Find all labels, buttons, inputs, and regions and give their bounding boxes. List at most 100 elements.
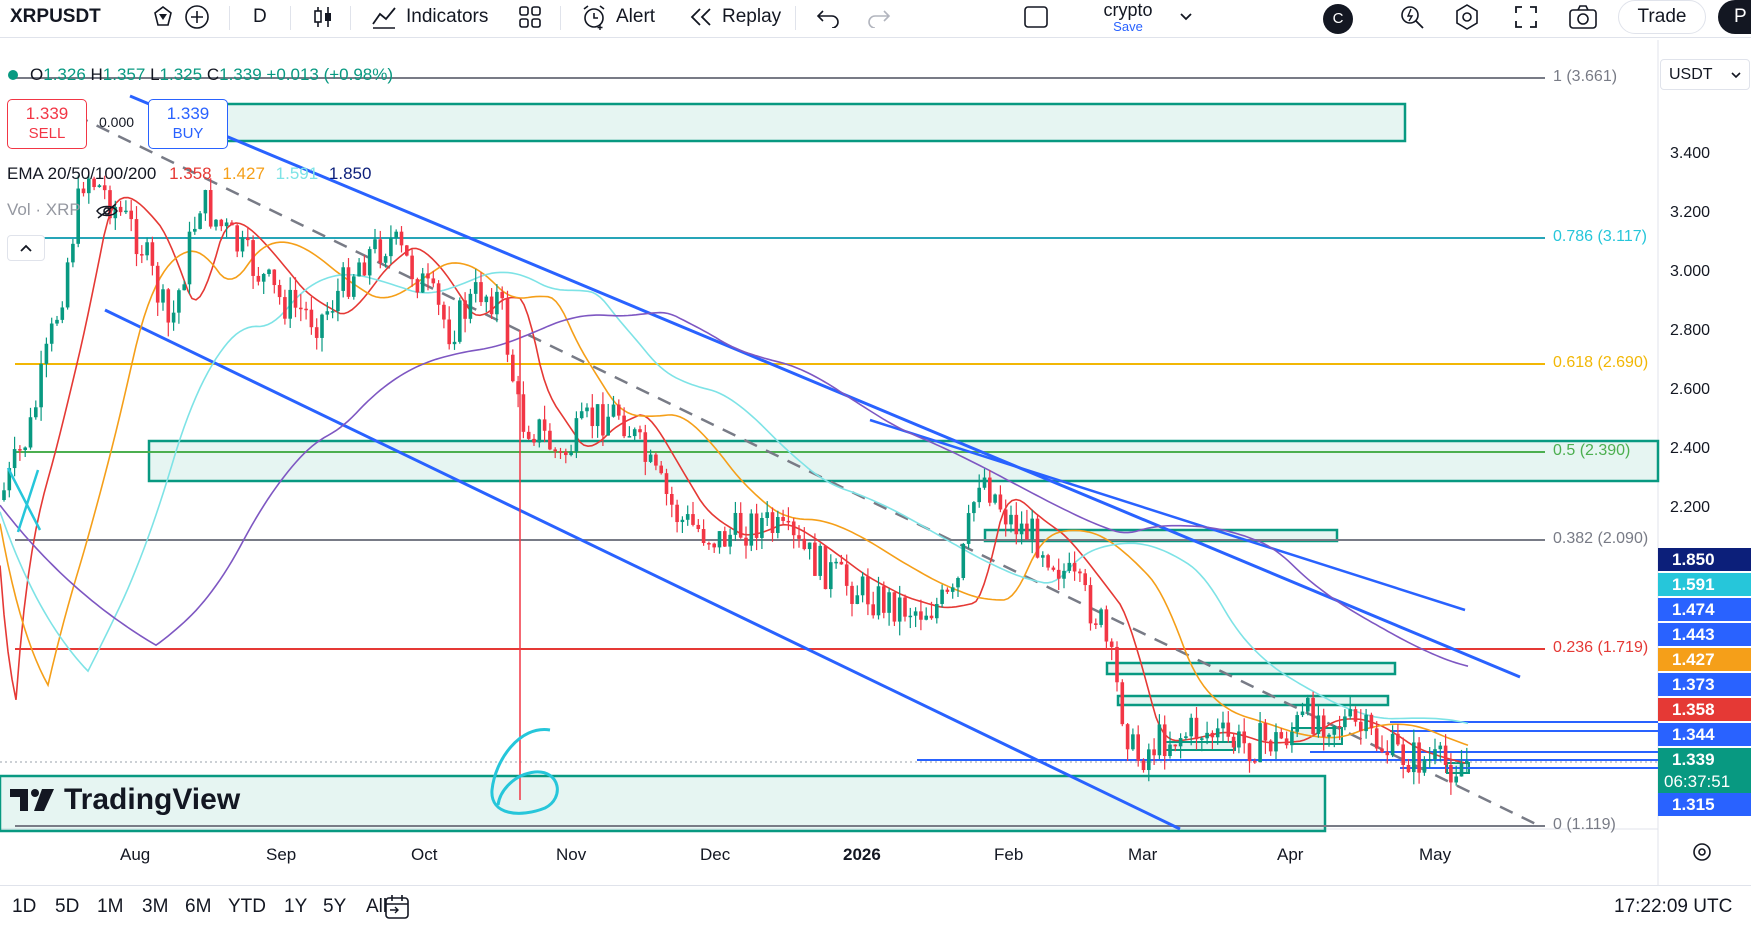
candle-body[interactable] <box>913 611 918 616</box>
candle-body[interactable] <box>1147 749 1151 771</box>
candle-body[interactable] <box>903 597 907 617</box>
candle-body[interactable] <box>1337 726 1342 728</box>
candle-body[interactable] <box>1115 646 1119 683</box>
candle-body[interactable] <box>1231 736 1236 748</box>
candle-body[interactable] <box>235 225 239 252</box>
candle-body[interactable] <box>595 404 600 427</box>
candle-body[interactable] <box>908 615 913 618</box>
candle-body[interactable] <box>993 494 997 503</box>
range-button-ytd[interactable]: YTD <box>228 896 266 918</box>
candle-body[interactable] <box>733 512 738 535</box>
candle-body[interactable] <box>203 190 208 214</box>
candle-body[interactable] <box>1242 731 1246 744</box>
candle-body[interactable] <box>1200 738 1204 740</box>
candle-body[interactable] <box>982 477 987 488</box>
price-chart-canvas[interactable] <box>0 0 1751 885</box>
candle-body[interactable] <box>1263 723 1268 741</box>
candle-body[interactable] <box>1072 562 1077 572</box>
candle-body[interactable] <box>193 228 197 232</box>
candle-body[interactable] <box>187 231 192 285</box>
candle-body[interactable] <box>1157 724 1162 756</box>
candle-body[interactable] <box>171 312 176 323</box>
candle-body[interactable] <box>1221 722 1225 729</box>
candle-body[interactable] <box>940 589 944 604</box>
candle-body[interactable] <box>611 404 616 417</box>
candle-body[interactable] <box>182 284 186 291</box>
candle-body[interactable] <box>495 291 499 315</box>
candle-body[interactable] <box>622 415 626 437</box>
ema-legend[interactable]: EMA 20/50/100/200 1.358 1.427 1.591 1.85… <box>7 164 371 184</box>
candle-body[interactable] <box>34 407 38 418</box>
candle-body[interactable] <box>378 239 383 263</box>
candle-body[interactable] <box>871 604 875 616</box>
candle-body[interactable] <box>208 190 213 227</box>
range-button-1d[interactable]: 1D <box>12 896 36 918</box>
candle-body[interactable] <box>1104 609 1109 642</box>
candle-body[interactable] <box>643 432 648 462</box>
candle-body[interactable] <box>1025 523 1029 540</box>
candle-body[interactable] <box>118 206 123 213</box>
candle-body[interactable] <box>1168 744 1172 757</box>
candle-body[interactable] <box>283 297 287 319</box>
candle-body[interactable] <box>1268 740 1273 752</box>
candle-body[interactable] <box>12 449 17 469</box>
candle-body[interactable] <box>314 327 319 338</box>
candle-body[interactable] <box>1056 569 1061 579</box>
candle-body[interactable] <box>1247 743 1252 762</box>
candle-body[interactable] <box>765 512 769 518</box>
candle-body[interactable] <box>1300 711 1305 716</box>
candle-body[interactable] <box>950 587 955 592</box>
candle-body[interactable] <box>325 311 330 315</box>
candle-body[interactable] <box>754 513 759 538</box>
candle-body[interactable] <box>664 473 669 495</box>
candle-body[interactable] <box>1433 749 1437 760</box>
candle-body[interactable] <box>44 343 49 364</box>
candle-body[interactable] <box>935 603 939 619</box>
candle-body[interactable] <box>1194 717 1199 740</box>
candle-body[interactable] <box>489 296 494 315</box>
currency-select[interactable]: USDT <box>1660 59 1750 90</box>
collapse-legend-button[interactable] <box>7 235 45 261</box>
candle-body[interactable] <box>707 543 711 545</box>
candle-body[interactable] <box>749 513 754 546</box>
candle-body[interactable] <box>876 586 881 616</box>
candle-body[interactable] <box>887 592 891 613</box>
candle-body[interactable] <box>1417 742 1421 773</box>
fib-retracement-lines[interactable] <box>15 77 1545 827</box>
buy-button[interactable]: 1.339 BUY <box>148 99 228 149</box>
zone-fib-half[interactable] <box>147 439 1660 483</box>
candle-body[interactable] <box>452 341 457 345</box>
candle-body[interactable] <box>1189 717 1193 737</box>
candle-body[interactable] <box>230 222 234 226</box>
candle-body[interactable] <box>1321 715 1326 737</box>
candle-body[interactable] <box>500 291 504 299</box>
candle-body[interactable] <box>1459 763 1464 777</box>
candle-body[interactable] <box>442 304 446 320</box>
candle-body[interactable] <box>140 254 144 256</box>
candle-body[interactable] <box>60 307 65 320</box>
candle-body[interactable] <box>728 534 732 547</box>
candle-body[interactable] <box>166 289 171 323</box>
candle-body[interactable] <box>632 429 637 437</box>
candle-body[interactable] <box>1332 726 1337 735</box>
candle-body[interactable] <box>198 213 202 229</box>
chart-settings-gear-icon[interactable] <box>1690 840 1714 869</box>
candle-body[interactable] <box>1152 749 1156 756</box>
candle-body[interactable] <box>1141 760 1146 771</box>
candle-body[interactable] <box>537 419 542 443</box>
candle-body[interactable] <box>1348 709 1352 717</box>
candle-body[interactable] <box>1184 736 1188 739</box>
candle-body[interactable] <box>1295 715 1299 732</box>
candle-body[interactable] <box>431 278 436 284</box>
candle-body[interactable] <box>246 237 250 241</box>
candle-body[interactable] <box>897 597 902 622</box>
candle-body[interactable] <box>1353 709 1358 722</box>
candle-body[interactable] <box>240 237 245 252</box>
candle-body[interactable] <box>701 529 706 544</box>
candle-body[interactable] <box>1454 776 1458 783</box>
candle-body[interactable] <box>1088 585 1093 624</box>
candle-body[interactable] <box>1279 732 1284 739</box>
candle-body[interactable] <box>590 407 595 427</box>
candle-body[interactable] <box>1019 523 1024 535</box>
candle-body[interactable] <box>855 595 860 604</box>
